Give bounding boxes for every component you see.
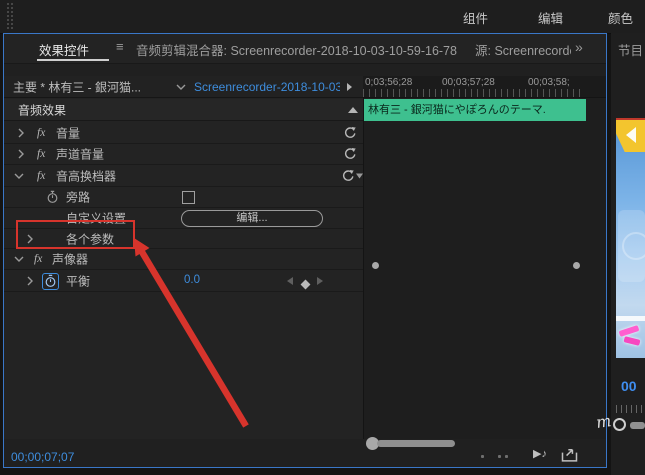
effect-volume-label: 音量 <box>56 126 81 140</box>
keyframe-dot-right[interactable] <box>573 262 580 269</box>
ruler-tick-marks <box>363 89 585 97</box>
footer-dot <box>481 455 484 458</box>
clip-header-row: 主要 * 林有三 - 銀河猫... Screenrecorder-2018-10… <box>4 76 363 98</box>
fx-badge-icon: fx <box>37 148 46 160</box>
stopwatch-icon <box>45 274 56 287</box>
custom-setup-label: 自定义设置 <box>66 211 127 226</box>
expand-chevron-icon[interactable] <box>17 149 25 159</box>
program-zoom-ruler <box>616 405 645 413</box>
add-keyframe-icon[interactable] <box>300 279 311 289</box>
bypass-label: 旁路 <box>66 190 91 205</box>
track-dropdown-chevron-icon[interactable] <box>176 83 186 91</box>
program-zoom-bar[interactable] <box>630 422 645 429</box>
individual-params-label: 各个参数 <box>66 232 115 246</box>
reset-effect-icon[interactable] <box>341 169 355 183</box>
footer-dot <box>498 455 501 458</box>
reset-effect-icon[interactable] <box>343 147 357 161</box>
watermark-text: m <box>594 411 613 432</box>
footer-dot <box>505 455 508 458</box>
collapse-chevron-icon[interactable] <box>14 255 24 263</box>
param-row-custom-setup: 自定义设置 编辑... <box>4 208 363 229</box>
program-zoom-knob[interactable] <box>613 418 626 431</box>
preview-pink-title-stroke <box>623 336 641 346</box>
tab-effect-controls-label: 效果控件 <box>39 44 90 58</box>
balance-value[interactable]: 0.0 <box>184 274 200 286</box>
keyframe-dot-left[interactable] <box>372 262 379 269</box>
next-keyframe-icon[interactable] <box>317 276 323 285</box>
param-row-balance[interactable]: 平衡 0.0 <box>4 270 363 292</box>
active-tab-underline <box>37 59 109 61</box>
ruler-timecode-3: 00;03;58; <box>528 77 570 88</box>
tab-overflow-chevron[interactable]: » <box>575 39 583 55</box>
fx-badge-icon: fx <box>37 169 46 182</box>
workspace-tab-editing[interactable]: 编辑 <box>538 8 563 27</box>
tab-source-monitor-label: 源: Screenrecorde <box>475 44 571 58</box>
ruler-timecode-1: 0;03;56;28 <box>365 77 413 88</box>
timeline-ruler[interactable]: 0;03;56;28 00;03;57;28 00;03;58; <box>363 76 606 98</box>
expand-chevron-icon[interactable] <box>26 276 34 286</box>
tab-source-monitor[interactable]: 源: Screenrecorde <box>475 40 571 59</box>
panel-tab-bar: 效果控件 ≡ 音频剪辑混合器: Screenrecorder-2018-10-0… <box>4 34 606 64</box>
audio-clip-bar-label: 林有三 - 銀河猫にやぽろんのテーマ. <box>368 104 546 116</box>
preview-white-band <box>616 316 645 321</box>
program-timecode[interactable]: 00 <box>621 378 637 394</box>
toggle-animation-stopwatch[interactable] <box>42 273 59 290</box>
program-video-preview <box>616 118 645 358</box>
premiere-app-window: 组件 编辑 颜色 效果控件 ≡ 音频剪辑混合器: Screenrecorder-… <box>0 0 645 475</box>
audio-clip-bar[interactable]: 林有三 - 銀河猫にやぽろんのテーマ. <box>364 99 586 121</box>
param-row-bypass[interactable]: 旁路 <box>4 187 363 208</box>
header-play-arrow-icon[interactable] <box>347 82 352 91</box>
tab-program-monitor[interactable]: 节目 <box>618 40 643 59</box>
tab-audio-clip-mixer-label: 音频剪辑混合器: Screenrecorder-2018-10-03-10-59… <box>136 44 457 58</box>
section-collapse-icon[interactable] <box>348 106 358 113</box>
tab-audio-clip-mixer[interactable]: 音频剪辑混合器: Screenrecorder-2018-10-03-10-59… <box>136 40 466 59</box>
edit-button[interactable]: 编辑... <box>181 210 323 227</box>
section-audio-effects[interactable]: 音频效果 <box>4 99 363 121</box>
effect-pitch-shifter-label: 音高换档器 <box>56 169 117 183</box>
export-frame-icon[interactable] <box>561 448 578 462</box>
ruler-timecode-2: 00;03;57;28 <box>442 77 495 88</box>
edit-button-label: 编辑... <box>236 212 268 224</box>
playhead-timecode[interactable]: 00;00;07;07 <box>11 450 74 464</box>
section-audio-effects-label: 音频效果 <box>18 103 67 117</box>
tab-effect-controls[interactable]: 效果控件 <box>39 40 89 59</box>
stopwatch-icon[interactable] <box>46 190 59 204</box>
workspace-tab-assembly[interactable]: 组件 <box>463 8 488 27</box>
program-panel: 节目 00 <box>611 33 645 475</box>
effect-row-volume[interactable]: fx 音量 <box>4 122 363 144</box>
keyframe-lane: 林有三 - 銀河猫にやぽろんのテーマ. <box>363 76 606 439</box>
clip-name-link[interactable]: Screenrecorder-2018-10-03... <box>194 80 340 94</box>
collapse-chevron-icon[interactable] <box>14 172 24 180</box>
play-audio-icon[interactable]: ▶♪ <box>533 447 547 460</box>
effect-row-channel-volume[interactable]: fx 声道音量 <box>4 144 363 165</box>
param-row-individual-params[interactable]: 各个参数 <box>4 229 363 249</box>
effect-controls-panel: 效果控件 ≡ 音频剪辑混合器: Screenrecorder-2018-10-0… <box>3 33 607 468</box>
workspace-bar: 组件 编辑 颜色 <box>0 0 645 34</box>
prev-keyframe-icon[interactable] <box>287 276 293 285</box>
fx-badge-icon: fx <box>37 126 46 139</box>
fx-badge-icon: fx <box>34 253 43 265</box>
panel-menu-icon[interactable]: ≡ <box>116 39 124 54</box>
expand-chevron-icon[interactable] <box>26 234 34 244</box>
preview-top-line <box>616 118 645 120</box>
panner-label: 声像器 <box>52 252 89 267</box>
panel-grip-dots <box>6 2 15 30</box>
reset-dropdown-caret-icon[interactable] <box>356 173 363 178</box>
workspace-tab-color[interactable]: 颜色 <box>608 8 633 27</box>
bypass-checkbox[interactable] <box>182 191 195 204</box>
reset-effect-icon[interactable] <box>343 126 357 140</box>
preview-circle-shape <box>622 232 645 260</box>
balance-label: 平衡 <box>66 274 91 288</box>
effect-row-pitch-shifter[interactable]: fx 音高换档器 <box>4 165 363 187</box>
lane-scrollbar-thumb[interactable] <box>377 440 455 447</box>
track-label: 主要 * 林有三 - 銀河猫... <box>13 80 142 94</box>
preview-pink-title-stroke <box>618 325 640 337</box>
effect-row-panner[interactable]: fx 声像器 <box>4 249 363 270</box>
expand-chevron-icon[interactable] <box>17 128 25 138</box>
preview-banner-arrow <box>626 127 636 143</box>
effect-channel-volume-label: 声道音量 <box>56 147 105 162</box>
